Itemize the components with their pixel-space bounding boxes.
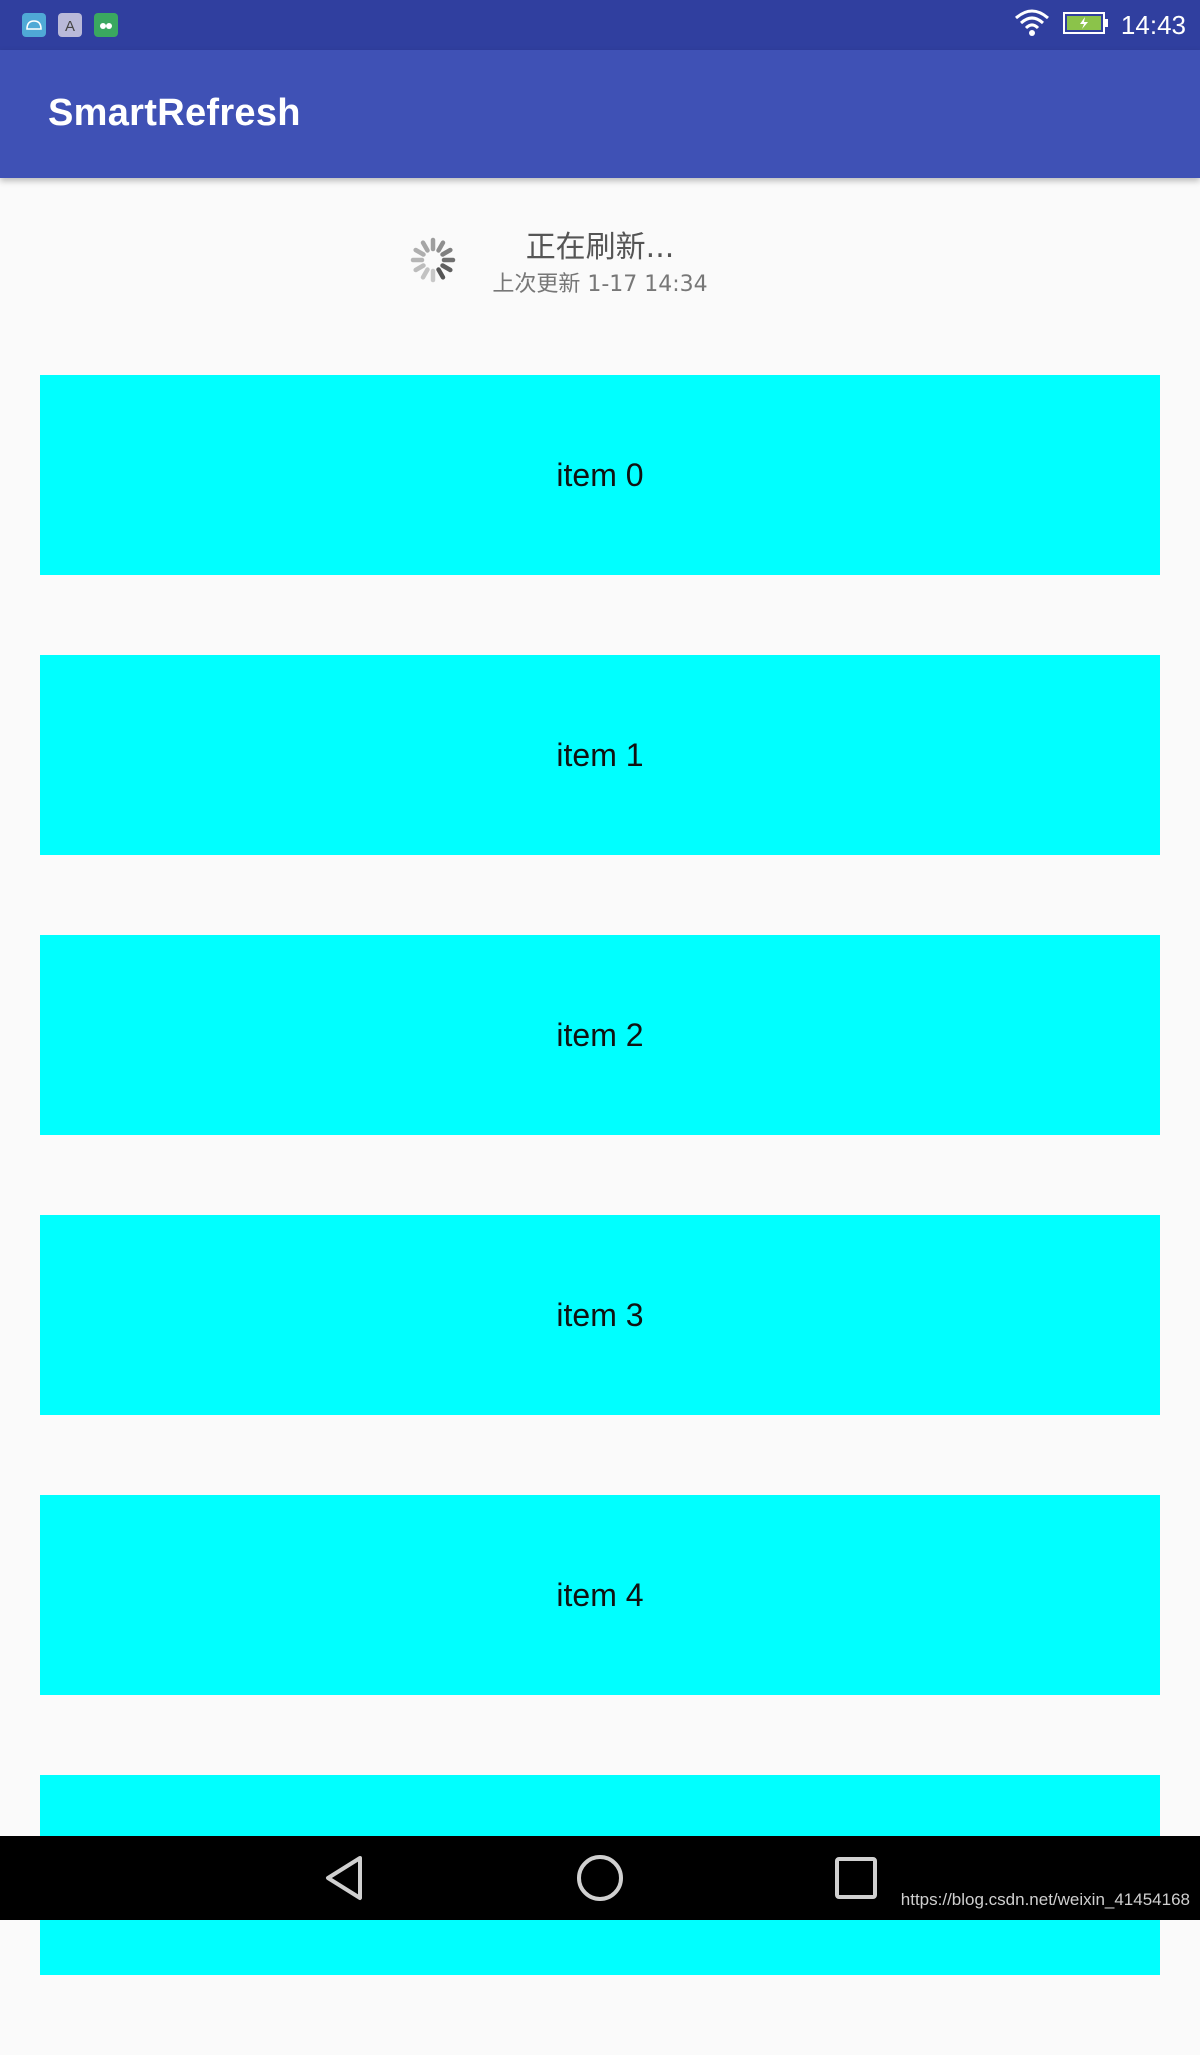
list-item-label: item 0 <box>556 456 644 493</box>
font-a-icon: A <box>58 13 82 37</box>
app-title: SmartRefresh <box>48 92 301 134</box>
watermark-url: https://blog.csdn.net/weixin_41454168 <box>900 1890 1190 1909</box>
back-triangle-icon[interactable] <box>316 1850 372 1906</box>
list-item-label: item 4 <box>556 1576 644 1613</box>
list-item[interactable]: item 3 <box>40 1215 1160 1415</box>
list-item[interactable]: item 1 <box>40 655 1160 855</box>
status-time: 14:43 <box>1120 9 1186 40</box>
navigation-bar: https://blog.csdn.net/weixin_41454168 <box>0 1836 1200 1920</box>
status-bar: A 14:43 <box>0 0 1200 50</box>
list-item-label: item 3 <box>556 1296 644 1333</box>
svg-text:A: A <box>65 18 75 35</box>
list-item-label: item 2 <box>556 1016 644 1053</box>
android-icon <box>22 13 46 37</box>
list-item[interactable]: item 4 <box>40 1495 1160 1695</box>
list-item[interactable]: item 2 <box>40 935 1160 1135</box>
refresh-title: 正在刷新... <box>525 230 675 265</box>
recents-square-icon[interactable] <box>828 1850 884 1906</box>
last-update-text: 上次更新 1-17 14:34 <box>492 272 708 297</box>
app-bar: SmartRefresh <box>0 50 1200 178</box>
item-list[interactable]: item 0 item 1 item 2 item 3 item 4 <box>40 375 1160 2055</box>
green-app-icon <box>94 13 118 37</box>
status-right: 14:43 <box>1013 0 1186 50</box>
list-item[interactable]: item 0 <box>40 375 1160 575</box>
list-item-label: item 1 <box>556 736 644 773</box>
home-circle-icon[interactable] <box>572 1850 628 1906</box>
battery-charging-icon <box>1062 11 1109 39</box>
wifi-icon <box>1013 8 1051 42</box>
refresh-header: 正在刷新... 上次更新 1-17 14:34 <box>0 178 1200 348</box>
